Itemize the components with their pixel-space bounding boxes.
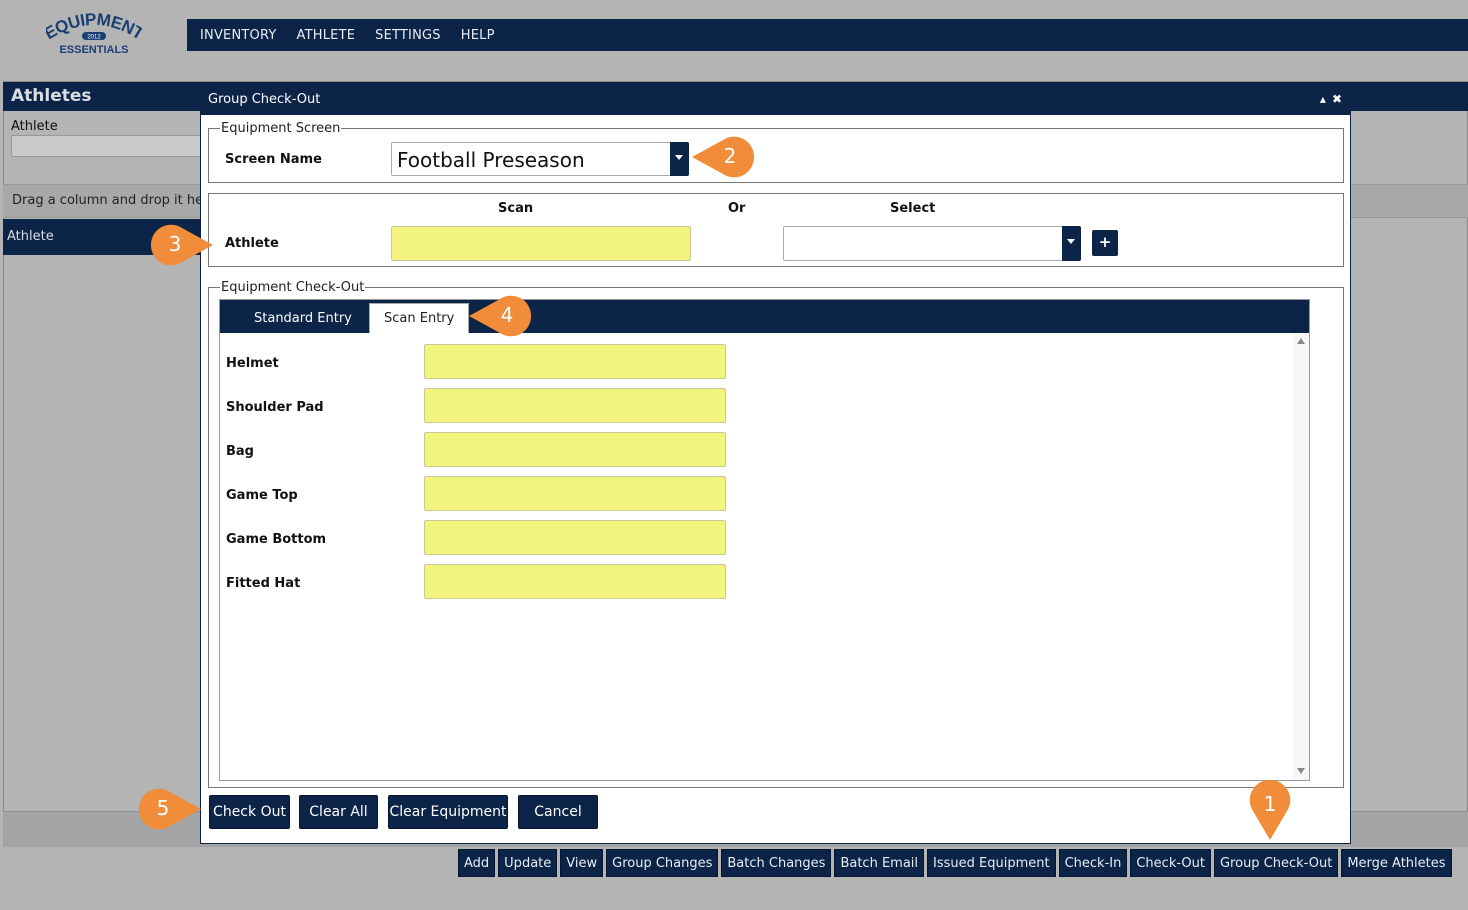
scroll-up-icon[interactable] [1297,338,1305,344]
add-athlete-button[interactable]: + [1092,230,1118,256]
equipment-screen-group: Equipment Screen [208,121,1344,183]
equipment-essentials-logo-icon: EQUIPMENT 2012 ESSENTIALS [46,10,142,56]
group-check-out-button[interactable]: Group Check-Out [1213,849,1339,877]
fitted-hat-label: Fitted Hat [226,576,301,591]
bag-scan-input[interactable] [424,432,726,467]
logo-text-year: 2012 [87,35,101,41]
nav-settings[interactable]: SETTINGS [375,28,441,43]
fitted-hat-scan-input[interactable] [424,564,726,599]
callout-4: 4 [469,295,532,337]
callout-4-number: 4 [500,303,514,327]
callout-5-number: 5 [156,796,170,820]
chevron-down-icon[interactable] [670,142,689,176]
bag-label: Bag [226,444,254,459]
group-drop-hint: Drag a column and drop it he [12,193,204,208]
callout-2: 2 [692,136,755,178]
nav-help[interactable]: HELP [461,28,495,43]
athlete-select[interactable] [783,226,1081,261]
app-logo[interactable]: EQUIPMENT 2012 ESSENTIALS [46,10,142,60]
grid-header-athlete[interactable]: Athlete [7,229,54,244]
game-bottom-scan-input[interactable] [424,520,726,555]
callout-3-number: 3 [168,232,182,256]
top-nav: INVENTORY ATHLETE SETTINGS HELP [187,19,1468,51]
group-changes-button[interactable]: Group Changes [606,849,719,877]
equipment-check-out-legend: Equipment Check-Out [221,280,365,295]
cancel-button[interactable]: Cancel [518,795,598,829]
view-button[interactable]: View [560,849,604,877]
scroll-down-icon[interactable] [1297,768,1305,774]
or-column-header: Or [728,201,746,216]
nav-inventory[interactable]: INVENTORY [200,28,277,43]
callout-3: 3 [150,224,213,266]
callout-2-number: 2 [723,144,737,168]
screen-name-value: Football Preseason [397,148,585,172]
entry-tab-bar: Standard Entry Scan Entry [220,300,1309,333]
game-top-scan-input[interactable] [424,476,726,511]
close-icon[interactable]: ✖ [1332,92,1342,106]
plus-icon: + [1098,233,1112,251]
shoulder-pad-label: Shoulder Pad [226,400,324,415]
athlete-group [208,193,1344,267]
clear-all-button[interactable]: Clear All [299,795,378,829]
action-toolbar: Add Update View Group Changes Batch Chan… [458,849,1452,877]
shoulder-pad-scan-input[interactable] [424,388,726,423]
check-out-button[interactable]: Check Out [209,795,290,829]
athlete-filter-input[interactable] [11,135,206,157]
merge-athletes-button[interactable]: Merge Athletes [1341,849,1452,877]
scan-column-header: Scan [498,201,534,216]
check-in-button[interactable]: Check-In [1058,849,1128,877]
nav-athlete[interactable]: ATHLETE [297,28,356,43]
helmet-scan-input[interactable] [424,344,726,379]
dialog-title: Group Check-Out [208,92,321,107]
triangle-up-icon[interactable]: ▴ [1320,92,1326,106]
game-top-label: Game Top [226,488,298,503]
batch-email-button[interactable]: Batch Email [834,849,925,877]
callout-5: 5 [138,788,201,830]
issued-equipment-button[interactable]: Issued Equipment [927,849,1056,877]
screen-name-label: Screen Name [225,152,322,167]
tab-standard-entry[interactable]: Standard Entry [240,303,366,333]
game-bottom-label: Game Bottom [226,532,327,547]
chevron-down-icon[interactable] [1062,226,1081,261]
select-column-header: Select [890,201,936,216]
athlete-label: Athlete [225,236,279,251]
clear-equipment-button[interactable]: Clear Equipment [388,795,508,829]
entry-tab-panel: Standard Entry Scan Entry Helmet Shoulde… [219,299,1310,781]
add-button[interactable]: Add [458,849,496,877]
athlete-filter-label: Athlete [11,119,58,134]
update-button[interactable]: Update [498,849,558,877]
equipment-screen-legend: Equipment Screen [221,121,341,136]
tab-panel-scrollbar[interactable] [1293,333,1309,780]
check-out-toolbar-button[interactable]: Check-Out [1130,849,1211,877]
callout-1: 1 [1249,779,1291,842]
helmet-label: Helmet [226,356,279,371]
batch-changes-button[interactable]: Batch Changes [721,849,832,877]
tab-scan-entry[interactable]: Scan Entry [369,303,470,333]
athlete-scan-input[interactable] [391,226,691,261]
group-check-out-dialog: Group Check-Out ▴ ✖ Equipment Screen Scr… [200,83,1351,844]
callout-1-number: 1 [1263,792,1277,816]
dialog-title-bar[interactable]: Group Check-Out ▴ ✖ [201,84,1350,115]
logo-text-bottom: ESSENTIALS [59,44,128,56]
screen-name-select[interactable]: Football Preseason [391,142,689,176]
